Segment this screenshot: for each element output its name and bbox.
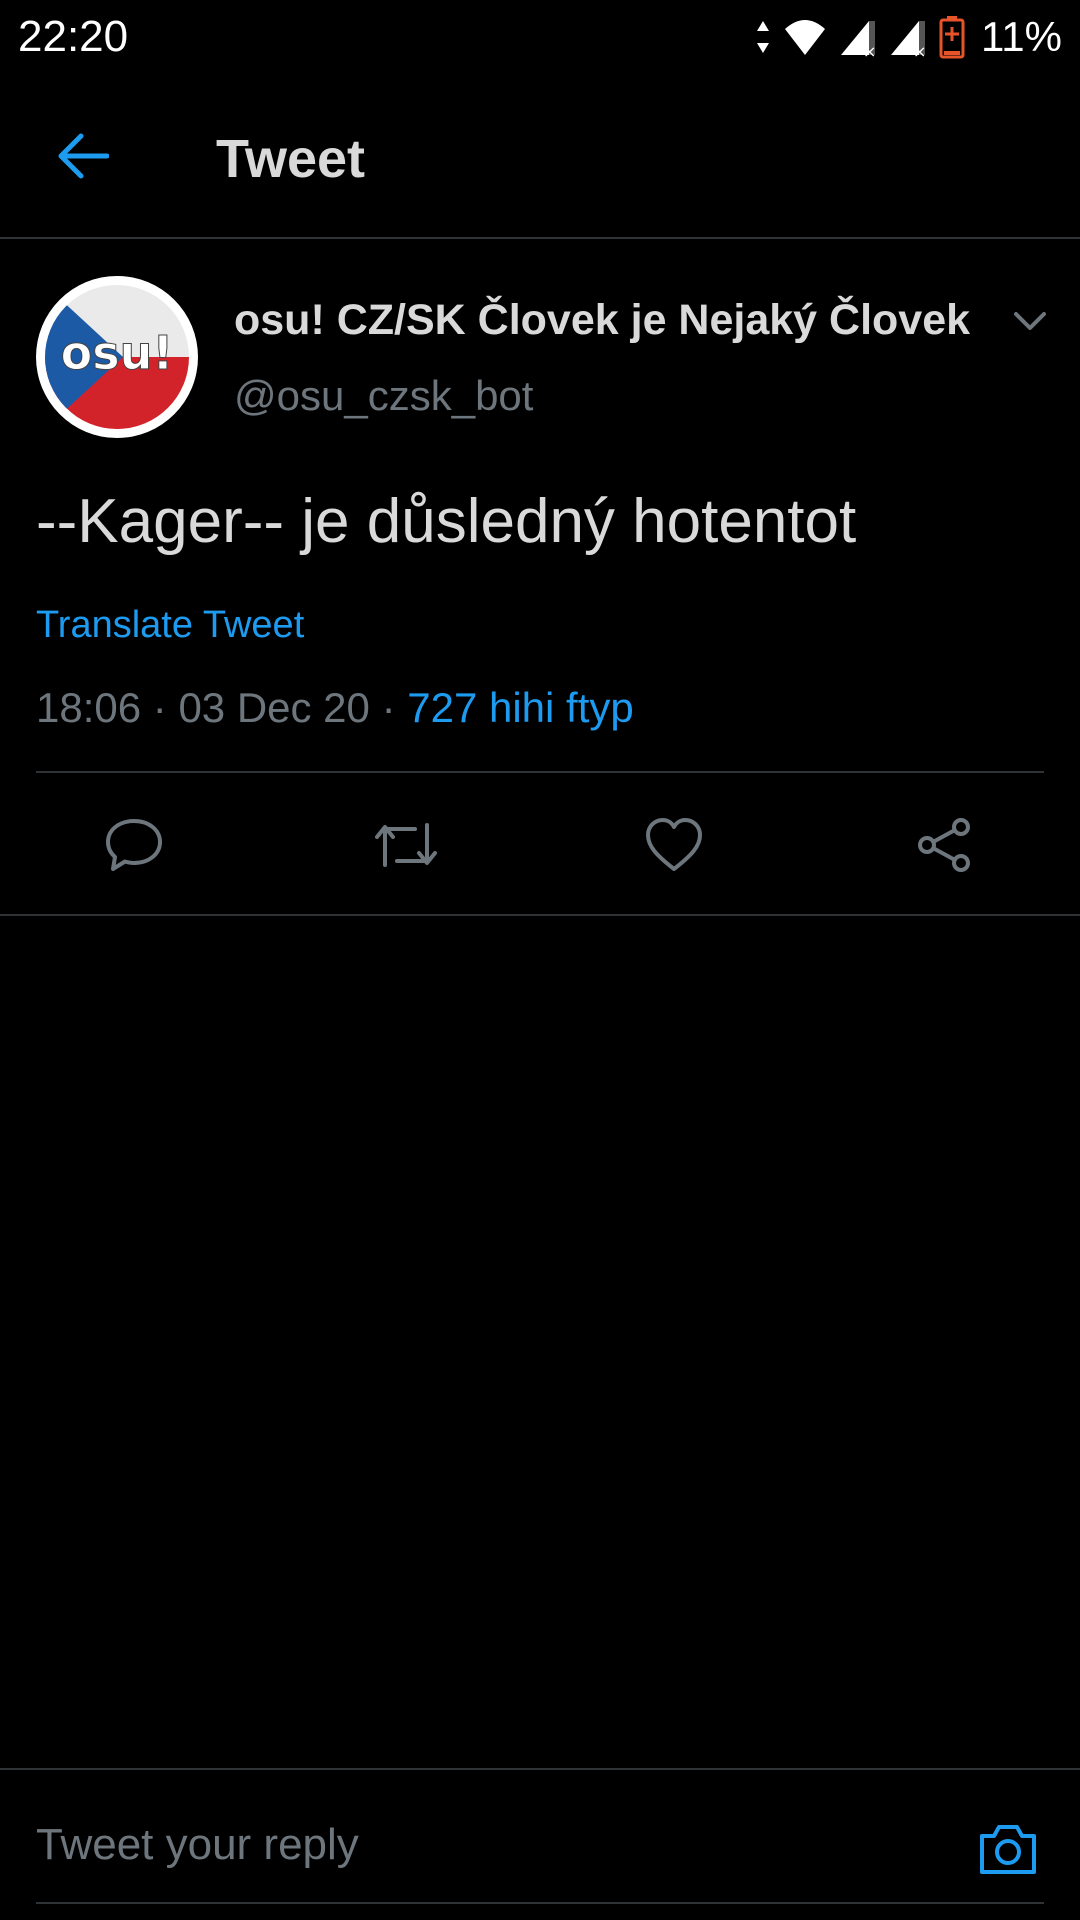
tweet-source-link[interactable]: 727 hihi ftyp xyxy=(407,684,634,731)
svg-text:×: × xyxy=(913,42,926,57)
retweet-icon xyxy=(375,823,437,867)
translate-tweet-link[interactable]: Translate Tweet xyxy=(36,604,304,647)
page-title: Tweet xyxy=(216,129,366,189)
avatar-graphic: osu! xyxy=(45,285,189,429)
share-button[interactable] xyxy=(909,809,981,881)
arrow-left-icon xyxy=(58,133,109,179)
tweet-date: 03 Dec 20 xyxy=(178,684,370,731)
tweet-time: 18:06 xyxy=(36,684,142,731)
chevron-down-icon xyxy=(1014,312,1046,330)
battery-charging-icon xyxy=(939,16,965,59)
signal-x-icon: × xyxy=(841,21,876,57)
avatar-text: osu! xyxy=(61,326,174,380)
app-bar: Tweet xyxy=(0,76,1080,239)
meta-separator: · xyxy=(141,684,179,731)
author-handle[interactable]: @osu_czsk_bot xyxy=(234,372,533,420)
signal-x-icon: × xyxy=(891,21,926,57)
tweet-detail-screen: 22:20 × × 11% Tweet osu! osu! CZ/SK Člov… xyxy=(0,0,1080,1920)
avatar[interactable]: osu! xyxy=(36,276,198,438)
status-icons: × × 11% xyxy=(755,12,1062,62)
tweet-meta: 18:06 · 03 Dec 20 · 727 hihi ftyp xyxy=(36,684,634,732)
reply-button[interactable] xyxy=(98,809,170,881)
reply-underline xyxy=(36,1902,1044,1904)
share-icon xyxy=(918,818,970,872)
avatar-flag-image: osu! xyxy=(45,285,189,429)
heart-icon xyxy=(646,818,702,871)
status-bar: 22:20 × × 11% xyxy=(0,0,1080,76)
wifi-icon xyxy=(785,20,826,55)
tweet-text: --Kager-- je důsledný hotentot xyxy=(36,487,857,556)
svg-text:×: × xyxy=(863,42,876,57)
author-name[interactable]: osu! CZ/SK Človek je Nejaký Človek xyxy=(234,296,970,345)
battery-percent: 11% xyxy=(981,13,1062,60)
like-button[interactable] xyxy=(638,809,710,881)
more-options-button[interactable] xyxy=(1008,300,1052,344)
camera-button[interactable] xyxy=(976,1816,1040,1880)
camera-icon xyxy=(980,1825,1036,1874)
back-button[interactable] xyxy=(38,116,128,196)
data-arrows-icon xyxy=(757,21,770,53)
tweet-actions xyxy=(0,773,1080,916)
reply-input[interactable]: Tweet your reply xyxy=(36,1820,359,1870)
reply-icon xyxy=(106,819,162,871)
retweet-button[interactable] xyxy=(370,809,442,881)
meta-separator: · xyxy=(369,684,408,731)
reply-composer: Tweet your reply xyxy=(0,1768,1080,1920)
status-time: 22:20 xyxy=(18,12,129,61)
